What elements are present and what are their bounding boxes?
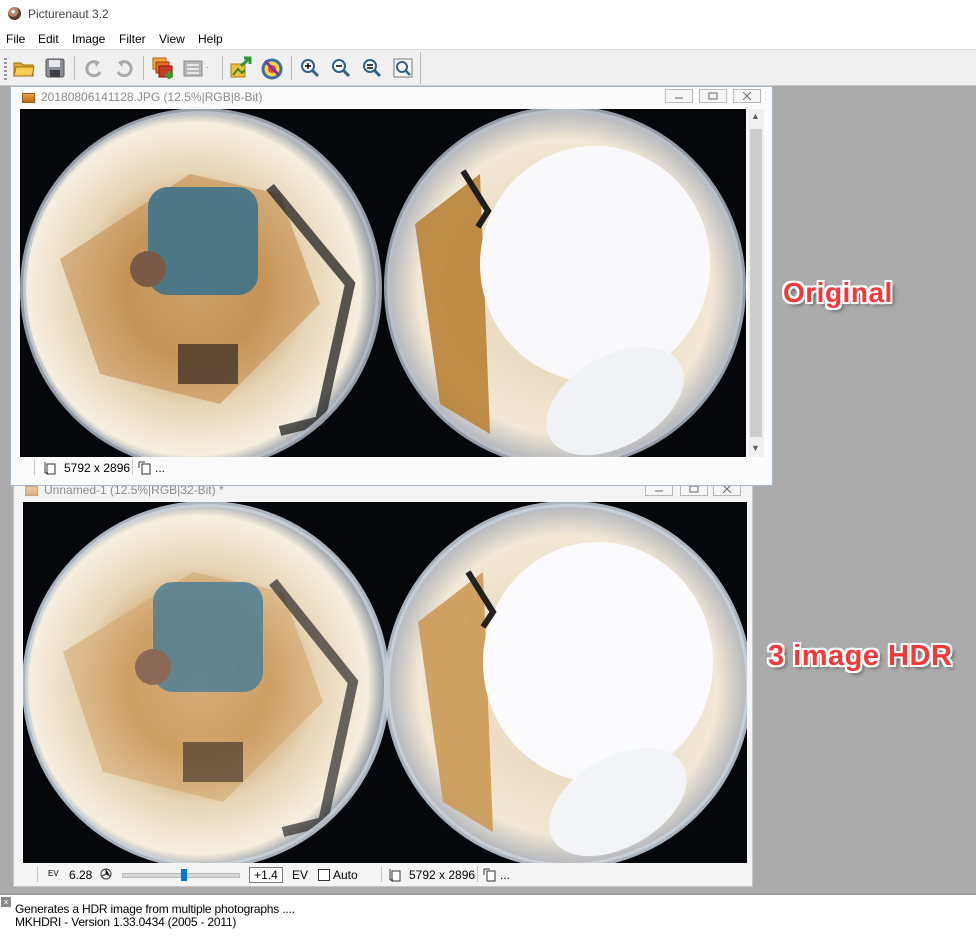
document-title: 20180806141128.JPG (12.5%|RGB|8-Bit)	[41, 90, 263, 104]
tonemap-icon[interactable]	[228, 55, 254, 81]
scrollbar-thumb[interactable]	[750, 129, 762, 437]
annotation-original: Original	[783, 277, 893, 308]
close-icon[interactable]: ×	[1, 897, 11, 907]
scroll-down-icon[interactable]: ▼	[751, 443, 760, 453]
document-window-original[interactable]: 20180806141128.JPG (12.5%|RGB|8-Bit) ▲ ▼	[10, 86, 773, 486]
app-logo-icon	[8, 7, 21, 20]
toolbar-separator	[291, 56, 292, 80]
page-icon	[483, 868, 497, 885]
hdr-image-canvas[interactable]	[23, 502, 747, 863]
save-disk-icon[interactable]	[42, 55, 68, 81]
color-wheel-icon[interactable]	[259, 55, 285, 81]
annotation-hdr: 3 image HDR	[768, 640, 953, 672]
log-line: Generates a HDR image from multiple phot…	[15, 902, 295, 916]
fisheye-panorama-original	[20, 109, 746, 457]
maximize-button[interactable]	[699, 89, 727, 103]
toolbar-separator	[74, 56, 75, 80]
document-window-hdr[interactable]: Unnamed-1 (12.5%|RGB|32-Bit) * EV 6.28 +…	[13, 479, 753, 887]
ev-label: EV	[48, 869, 59, 878]
workspace-background	[773, 86, 976, 890]
image-size: 5792 x 2896	[64, 461, 131, 475]
open-folder-icon[interactable]	[11, 55, 37, 81]
zoom-out-icon[interactable]	[328, 55, 354, 81]
ev-value: 6.28	[69, 868, 93, 882]
scroll-up-icon[interactable]: ▲	[751, 111, 760, 121]
auto-checkbox[interactable]	[318, 869, 330, 881]
menu-view[interactable]: View	[159, 32, 185, 46]
log-line: MKHDRI - Version 1.33.0434 (2005 - 2011)	[15, 915, 237, 929]
menu-help[interactable]: Help	[198, 32, 223, 46]
toolbar-grip[interactable]	[4, 58, 7, 80]
minimize-button[interactable]	[665, 89, 693, 103]
image-size-icon	[389, 868, 403, 885]
aperture-icon	[100, 868, 112, 883]
hdr-status-bar: EV 6.28 +1.4 EV Auto 5792 x 2896 ...	[14, 866, 752, 886]
zoom-actual-icon[interactable]	[390, 55, 416, 81]
toolbar-end-separator	[420, 52, 421, 84]
toolbar-separator	[143, 56, 144, 80]
menu-edit[interactable]: Edit	[38, 32, 59, 46]
menu-image[interactable]: Image	[72, 32, 105, 46]
layers-dropdown-icon[interactable]	[182, 55, 208, 81]
undo-icon[interactable]	[81, 55, 107, 81]
zoom-fit-icon[interactable]	[359, 55, 385, 81]
vertical-scrollbar[interactable]: ▲ ▼	[748, 109, 764, 457]
fisheye-panorama-hdr	[23, 502, 747, 863]
document-icon	[25, 486, 38, 496]
menu-bar: File Edit Image Filter View Help	[0, 29, 976, 49]
toolbar-separator	[222, 56, 223, 80]
original-status-bar: 5792 x 2896 ...	[11, 459, 771, 479]
app-title: Picturenaut 3.2	[28, 7, 109, 21]
close-button[interactable]	[733, 89, 761, 103]
zoom-in-icon[interactable]	[297, 55, 323, 81]
image-size: 5792 x 2896	[409, 868, 476, 882]
document-icon	[22, 93, 35, 103]
menu-filter[interactable]: Filter	[119, 32, 146, 46]
page-icon	[138, 461, 152, 478]
exposure-slider-thumb[interactable]	[181, 869, 187, 881]
hdr-stack-icon[interactable]	[150, 55, 176, 81]
image-size-icon	[44, 461, 58, 478]
toolbar	[0, 49, 976, 86]
status-extra: ...	[155, 461, 166, 475]
menu-file[interactable]: File	[6, 32, 25, 46]
log-panel: × Generates a HDR image from multiple ph…	[0, 893, 976, 944]
status-extra: ...	[500, 868, 511, 882]
auto-label: Auto	[333, 868, 358, 882]
original-image-canvas[interactable]	[20, 109, 746, 457]
title-bar: Picturenaut 3.2	[0, 0, 976, 29]
ev-unit-label: EV	[292, 868, 309, 882]
exposure-input[interactable]: +1.4	[249, 867, 283, 883]
redo-icon[interactable]	[111, 55, 137, 81]
